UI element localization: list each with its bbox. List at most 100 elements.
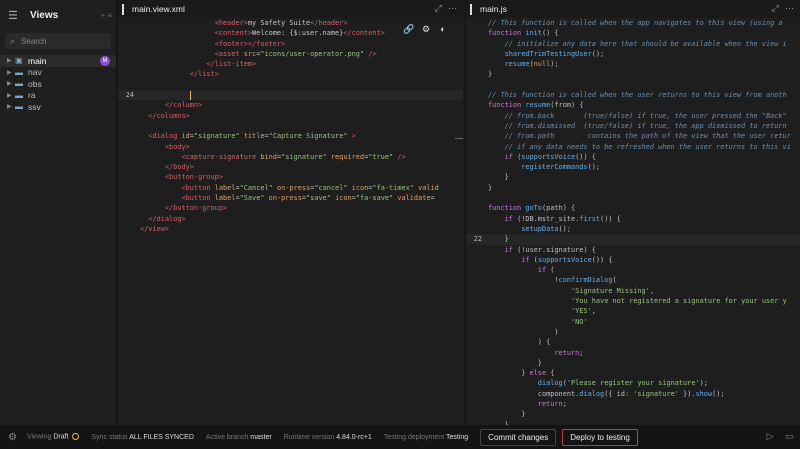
expand-icon[interactable]: ⤢: [772, 3, 779, 14]
code-line[interactable]: <button label="Save" on-press="save" ico…: [118, 193, 463, 203]
code-line[interactable]: } else {: [466, 368, 800, 378]
code-line[interactable]: // initialize any data here that should …: [466, 39, 800, 49]
chevron-right-icon[interactable]: ▶: [7, 57, 15, 64]
code-line[interactable]: setupData();: [466, 224, 800, 234]
code-line[interactable]: return;: [466, 348, 800, 358]
js-code-area[interactable]: // This function is called when the app …: [466, 18, 800, 425]
code-line[interactable]: <body>: [118, 142, 463, 152]
chevron-right-icon[interactable]: ▶: [7, 92, 15, 99]
search-input[interactable]: ⌕ Search: [5, 33, 111, 49]
sidebar-item-obs[interactable]: ▶ ▬ obs: [0, 78, 116, 90]
code-text: <footer></footer>: [214, 39, 286, 48]
code-line[interactable]: <capture-signature bind="signature" requ…: [118, 152, 463, 162]
code-text: // from.dismissed (true/false) if true, …: [504, 121, 787, 130]
code-line[interactable]: }: [466, 358, 800, 368]
code-line[interactable]: [466, 80, 800, 90]
code-line[interactable]: </list>: [118, 69, 463, 79]
code-line[interactable]: ) {: [466, 337, 800, 347]
line-number: [466, 203, 488, 213]
deploy-to-testing-button[interactable]: Deploy to testing: [562, 428, 638, 446]
tab-main-view-xml[interactable]: main.view.xml: [118, 0, 193, 18]
chevron-right-icon[interactable]: ▶: [7, 80, 15, 87]
code-line[interactable]: component.dialog({ id: 'signature' }).sh…: [466, 389, 800, 399]
code-line[interactable]: </list-item>: [118, 59, 463, 69]
panel-icon[interactable]: ▭: [785, 431, 794, 442]
code-line[interactable]: dialog('Please register your signature')…: [466, 378, 800, 388]
sidebar-item-ssv[interactable]: ▶ ▬ ssv: [0, 101, 116, 113]
code-line[interactable]: // This function is called when the app …: [466, 18, 800, 28]
sidebar-actions[interactable]: + ≡: [100, 11, 112, 20]
code-line[interactable]: 'Signature Missing',: [466, 286, 800, 296]
code-line[interactable]: </body>: [118, 162, 463, 172]
chevron-right-icon[interactable]: ▶: [7, 103, 15, 110]
line-number: [118, 100, 140, 110]
code-line[interactable]: // This function is called when the user…: [466, 90, 800, 100]
sidebar-item-nav[interactable]: ▶ ▬ nav: [0, 67, 116, 79]
code-line[interactable]: [466, 193, 800, 203]
code-line[interactable]: }: [466, 172, 800, 182]
code-line[interactable]: if (!user.signature) {: [466, 245, 800, 255]
sidebar-item-ra[interactable]: ▶ ▬ ra: [0, 90, 116, 102]
sidebar-item-label: main: [28, 55, 47, 66]
settings-gear-icon[interactable]: ⚙: [8, 432, 17, 443]
tab-main-js[interactable]: main.js: [466, 0, 515, 18]
code-line[interactable]: sharedTrimTestingUser();: [466, 49, 800, 59]
line-number: [118, 203, 140, 213]
code-line[interactable]: </view>: [118, 224, 463, 234]
code-line[interactable]: </column>: [118, 100, 463, 110]
file-icon: [470, 3, 472, 15]
code-line[interactable]: [118, 121, 463, 131]
code-line[interactable]: 'NO': [466, 317, 800, 327]
code-line[interactable]: <button label="Cancel" on-press="cancel"…: [118, 183, 463, 193]
palette-icon[interactable]: ◐: [437, 24, 449, 35]
code-line[interactable]: 'You have not registered a signature for…: [466, 296, 800, 306]
code-line[interactable]: if (: [466, 265, 800, 275]
code-line[interactable]: if (supportsVoice()) {: [466, 152, 800, 162]
sidebar-item-main[interactable]: ▶ ▣ main M: [0, 55, 116, 67]
more-icon[interactable]: ⋯: [785, 3, 794, 14]
code-line[interactable]: if (!DB.mstr_site.first()) {: [466, 214, 800, 224]
code-line[interactable]: // if any data needs to be refreshed whe…: [466, 142, 800, 152]
expand-icon[interactable]: ⤢: [435, 3, 442, 14]
code-line[interactable]: !confirmDialog(: [466, 275, 800, 285]
code-line[interactable]: <button-group>: [118, 172, 463, 182]
commit-changes-button[interactable]: Commit changes: [480, 428, 557, 446]
code-line[interactable]: // from.back (true/false) if true, the u…: [466, 111, 800, 121]
code-line[interactable]: }: [466, 69, 800, 79]
code-line[interactable]: // from.path contains the path of the vi…: [466, 131, 800, 141]
code-line[interactable]: function init() {: [466, 28, 800, 38]
gear-icon[interactable]: ⚙: [420, 24, 432, 35]
menu-icon[interactable]: ☰: [8, 9, 20, 22]
code-line[interactable]: 22}: [466, 234, 800, 245]
line-number: [466, 183, 488, 193]
code-line[interactable]: 'YES',: [466, 306, 800, 316]
code-line[interactable]: ): [466, 327, 800, 337]
code-line[interactable]: // from.dismissed (true/false) if true, …: [466, 121, 800, 131]
code-text: if (: [537, 266, 555, 275]
code-line[interactable]: registerCommands();: [466, 162, 800, 172]
code-line[interactable]: function goTo(path) {: [466, 203, 800, 213]
play-icon[interactable]: ▷: [767, 431, 774, 442]
xml-code-area[interactable]: <header>my Safety Suite</header> <content…: [118, 18, 463, 425]
code-line[interactable]: function resume(from) {: [466, 100, 800, 110]
code-line[interactable]: </dialog>: [118, 214, 463, 224]
code-line[interactable]: <footer></footer>: [118, 39, 463, 49]
code-line[interactable]: return;: [466, 399, 800, 409]
code-line[interactable]: <dialog id="signature" title="Capture Si…: [118, 131, 463, 141]
link-icon[interactable]: 🔗: [403, 24, 415, 35]
xml-tab-actions: ⤢ ⋯: [435, 3, 457, 14]
code-line[interactable]: </button-group>: [118, 203, 463, 213]
code-line[interactable]: if (supportsVoice()) {: [466, 255, 800, 265]
code-line[interactable]: [118, 80, 463, 90]
code-line[interactable]: resume(null);: [466, 59, 800, 69]
code-line[interactable]: 24: [118, 90, 463, 101]
file-icon: [122, 3, 124, 15]
code-line[interactable]: }: [466, 409, 800, 419]
code-line[interactable]: </columns>: [118, 111, 463, 121]
more-icon[interactable]: ⋯: [448, 3, 457, 14]
code-line[interactable]: }: [466, 183, 800, 193]
line-number: [466, 142, 488, 152]
chevron-right-icon[interactable]: ▶: [7, 69, 15, 76]
code-line[interactable]: <asset src="icons/user-operator.png" />: [118, 49, 463, 59]
